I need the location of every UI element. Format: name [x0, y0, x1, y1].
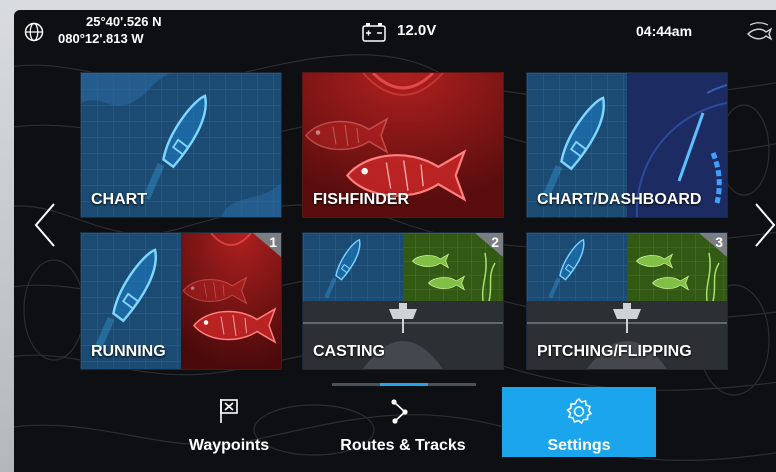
longitude: 080°12'.813 W [58, 31, 144, 46]
chevron-right-icon[interactable] [750, 200, 776, 250]
time-readout: 04:44am [636, 23, 693, 39]
tile-label: CHART/DASHBOARD [537, 191, 702, 208]
app-tile-fishfinder[interactable]: FISHFINDER [302, 72, 504, 218]
app-tile-running[interactable]: 1 RUNNING [80, 232, 282, 370]
tile-page-number: 3 [699, 233, 727, 257]
app-tile-casting[interactable]: 2 CASTING [302, 232, 504, 370]
tile-number: 1 [269, 234, 277, 250]
tile-number: 3 [715, 234, 723, 250]
routes-tracks-label: Routes & Tracks [340, 437, 466, 454]
app-tile-chart[interactable]: CHART [80, 72, 282, 218]
waypoints-button[interactable]: Waypoints [164, 387, 294, 457]
position-readout: 25°40'.526 N 080°12'.813 W [58, 13, 162, 47]
settings-label: Settings [547, 437, 611, 454]
tile-page-number: 2 [475, 233, 503, 257]
battery-icon [362, 23, 386, 42]
tile-label: RUNNING [91, 343, 166, 360]
app-tile-chart-dashboard[interactable]: CHART/DASHBOARD [526, 72, 728, 218]
page-indicator [332, 383, 476, 386]
route-icon [391, 399, 408, 424]
routes-tracks-button[interactable]: Routes & Tracks [320, 387, 486, 457]
tile-label: FISHFINDER [313, 191, 409, 208]
mfd-screen: 25°40'.526 N 080°12'.813 W 12.0V 04:44am… [14, 10, 776, 472]
latitude: 25°40'.526 N [86, 14, 162, 29]
status-bar: 25°40'.526 N 080°12'.813 W 12.0V 04:44am [14, 10, 776, 54]
waypoint-flag-icon [220, 399, 238, 423]
tile-page-number: 1 [253, 233, 281, 257]
globe-icon[interactable] [24, 22, 44, 42]
fish-icon[interactable] [744, 22, 772, 42]
voltage-readout: 12.0V [397, 22, 437, 39]
gear-icon [566, 397, 593, 425]
tile-label: CHART [91, 191, 147, 208]
chevron-left-icon[interactable] [30, 200, 60, 250]
settings-button[interactable]: Settings [502, 387, 656, 457]
waypoints-label: Waypoints [188, 437, 270, 454]
tile-label: CASTING [313, 343, 385, 360]
page-indicator-current [380, 383, 428, 386]
tile-number: 2 [491, 234, 499, 250]
app-tile-pitching-flipping[interactable]: 3 PITCHING/FLIPPING [526, 232, 728, 370]
tile-label: PITCHING/FLIPPING [537, 343, 692, 360]
